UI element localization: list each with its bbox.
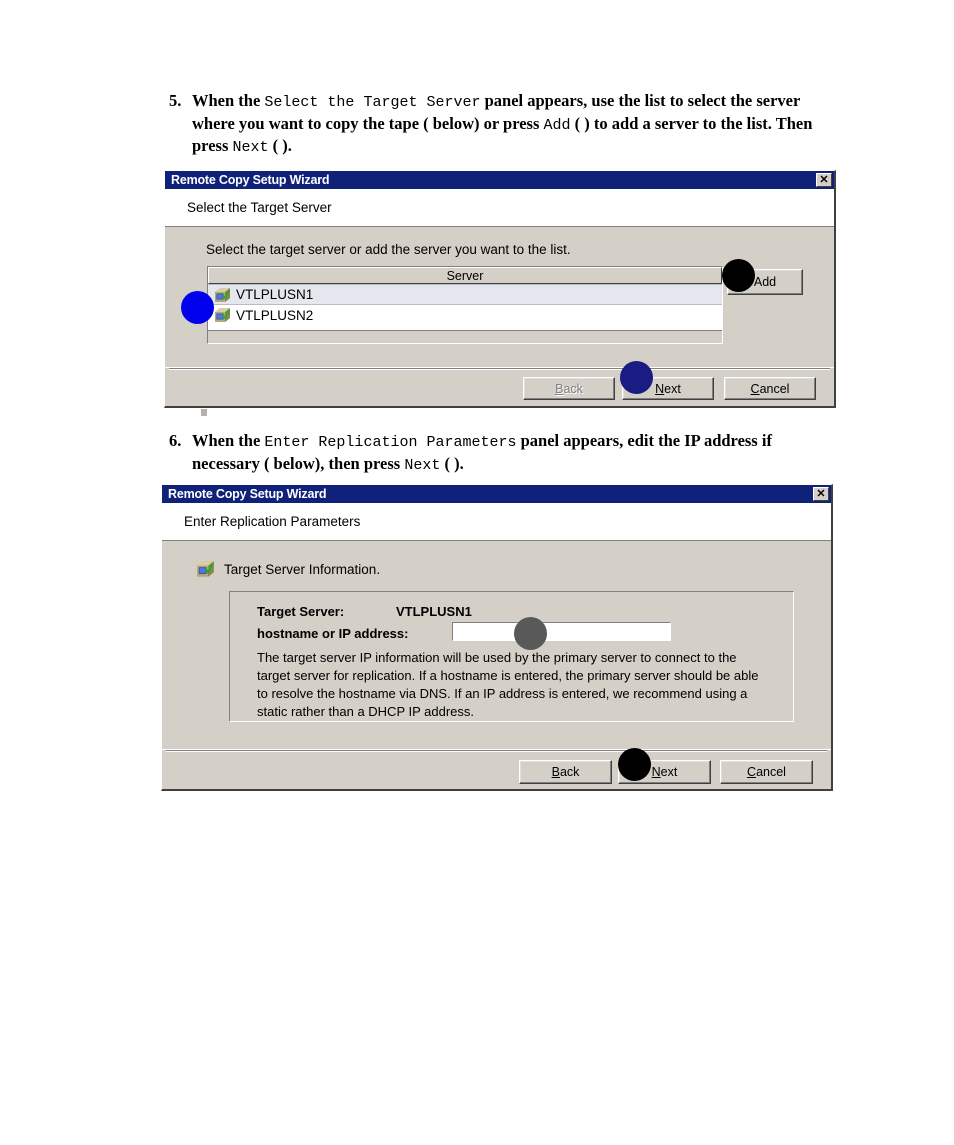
server-icon — [214, 287, 232, 304]
step-5-seg-6: ( ). — [268, 136, 292, 155]
cancel-button[interactable]: Cancel — [720, 760, 813, 784]
server-icon — [214, 307, 232, 324]
step-5: 5. When the Select the Target Server pan… — [169, 91, 837, 159]
callout-ip-input — [514, 617, 547, 650]
dialog1-titlebar: Remote Copy Setup Wizard ✕ — [165, 171, 834, 189]
next-button-label: Next — [655, 381, 681, 396]
callout-add-button — [722, 259, 755, 292]
callout-next-button-step6 — [618, 748, 651, 781]
step-6: 6. When the Enter Replication Parameters… — [169, 431, 837, 476]
close-icon[interactable]: ✕ — [813, 487, 829, 501]
callout-next-button-step5 — [620, 361, 653, 394]
dialog2-panel-header-label: Enter Replication Parameters — [184, 514, 361, 529]
target-server-value: VTLPLUSN1 — [396, 604, 472, 619]
step-5-seg-0: When the — [192, 91, 265, 110]
step-6-seg-0: When the — [192, 431, 265, 450]
next-button-label: Next — [651, 765, 678, 779]
cancel-button-label: Cancel — [750, 381, 790, 396]
step-5-seg-1: Select the Target Server — [264, 94, 481, 111]
dialog2-footer-divider — [166, 750, 827, 752]
dialog2-title: Remote Copy Setup Wizard — [168, 487, 327, 501]
server-list-column-header-label: Server — [446, 268, 484, 283]
target-server-information-icon — [196, 560, 216, 579]
table-row-label: VTLPLUSN1 — [236, 287, 314, 302]
step-6-seg-4: ( ). — [440, 453, 464, 473]
target-server-information-label: Target Server Information. — [224, 562, 381, 577]
dialog1-panel-header-label: Select the Target Server — [187, 200, 332, 215]
server-list[interactable]: Server VTLPLUSN1 VTLPLUSN2 — [207, 266, 723, 344]
add-button-label: Add — [753, 275, 777, 289]
step-5-text: When the Select the Target Server panel … — [192, 91, 837, 159]
step-6-number: 6. — [169, 431, 182, 450]
cancel-button-label: Cancel — [747, 765, 786, 779]
dialog1-title: Remote Copy Setup Wizard — [171, 173, 330, 187]
dialog1-footer: Back Next Cancel — [165, 367, 834, 406]
table-row[interactable]: VTLPLUSN2 — [208, 305, 722, 326]
callout-list-selection — [181, 291, 214, 324]
step-6-seg-3: Next — [404, 456, 441, 474]
dialog2-footer: Back Next Cancel — [162, 749, 831, 789]
hostname-or-ip-input[interactable] — [452, 622, 671, 641]
step-5-seg-5: Next — [232, 139, 269, 156]
server-list-column-header[interactable]: Server — [208, 267, 722, 284]
dialog-enter-replication-parameters: Remote Copy Setup Wizard ✕ Enter Replica… — [161, 484, 833, 791]
scan-artifact-line — [201, 409, 207, 416]
step-6-seg-1: Enter Replication Parameters — [264, 434, 517, 451]
step-5-number: 5. — [169, 91, 182, 110]
target-server-label: Target Server: — [257, 604, 345, 619]
back-button[interactable]: Back — [523, 377, 615, 400]
table-row[interactable]: VTLPLUSN1 — [208, 284, 722, 305]
back-button[interactable]: Back — [519, 760, 612, 784]
target-server-description: The target server IP information will be… — [257, 650, 759, 719]
back-button-label: Back — [555, 381, 583, 396]
dialog1-panel-header: Select the Target Server — [165, 189, 834, 227]
target-server-groupbox: Target Server: VTLPLUSN1 hostname or IP … — [229, 591, 794, 722]
step-6-text: When the Enter Replication Parameters pa… — [192, 431, 837, 476]
dialog1-instruction: Select the target server or add the serv… — [206, 242, 571, 257]
dialog2-panel-body: Target Server Information. Target Server… — [162, 541, 831, 770]
back-button-label: Back — [551, 765, 580, 779]
dialog2-titlebar: Remote Copy Setup Wizard ✕ — [162, 485, 831, 503]
hostname-or-ip-label: hostname or IP address: — [257, 626, 409, 641]
server-list-bottom-strip — [208, 330, 722, 343]
dialog1-footer-divider — [169, 368, 830, 370]
table-row-label: VTLPLUSN2 — [236, 308, 314, 323]
dialog1-panel-body: Select the target server or add the serv… — [165, 227, 834, 387]
cancel-button[interactable]: Cancel — [724, 377, 816, 400]
step-5-seg-3: Add — [543, 116, 571, 134]
dialog2-panel-header: Enter Replication Parameters — [162, 503, 831, 541]
close-icon[interactable]: ✕ — [816, 173, 832, 187]
